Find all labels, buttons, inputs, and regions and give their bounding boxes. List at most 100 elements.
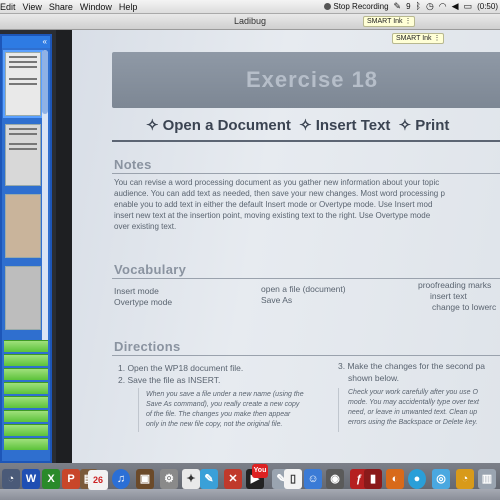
direction-step: 1. Open the WP18 document file. — [118, 363, 244, 373]
youtube-icon[interactable]: You — [252, 464, 268, 478]
notes-line: enable you to add text in either the def… — [114, 200, 433, 209]
thumbnail-item[interactable] — [5, 266, 41, 330]
smart-ink-label: SMART Ink — [367, 18, 403, 25]
preview-icon[interactable]: ◎ — [432, 469, 450, 489]
document-camera-view[interactable]: SMART Ink ⋮ Exercise 18 ✧ Open a Document… — [56, 30, 500, 463]
direction-step: 2. Save the file as INSERT. — [118, 375, 221, 385]
record-icon[interactable]: ● — [408, 469, 426, 489]
vocab-term: Insert mode — [114, 286, 159, 296]
smart-ink-tag-titlebar[interactable]: SMART Ink ⋮ — [363, 16, 416, 27]
divider — [112, 140, 500, 142]
app-store-icon[interactable]: ✦ — [182, 469, 200, 489]
direction-note: of the file. The changes you make then a… — [146, 411, 291, 418]
trash-icon[interactable]: ▥ — [478, 469, 496, 489]
notes-line: insert new text at the insertion point, … — [114, 211, 431, 220]
dock-shelf — [0, 489, 500, 500]
list-item[interactable] — [4, 354, 48, 366]
thumbnail-sidebar: « — [0, 34, 52, 463]
subtitle-part: Open a Document — [162, 117, 291, 134]
itunes-icon[interactable]: ♫ — [112, 469, 130, 489]
dashboard-icon[interactable]: ◔ — [2, 469, 20, 489]
thumbnail-item[interactable] — [5, 194, 41, 258]
tools-icon[interactable]: ✕ — [224, 469, 242, 489]
system-prefs-icon[interactable]: ⚙ — [160, 469, 178, 489]
sidebar-header: « — [2, 36, 50, 48]
direction-note: When you save a file under a new name (u… — [146, 391, 304, 398]
list-item[interactable] — [4, 340, 48, 352]
sidebar-collapse-icon[interactable]: « — [43, 37, 47, 46]
vocab-term: open a file (document) — [261, 284, 346, 294]
stop-recording-label: Stop Recording — [333, 2, 389, 11]
document-icon[interactable]: ▯ — [284, 469, 302, 489]
wifi-icon[interactable]: ◠ — [439, 0, 447, 13]
direction-step: 3. Make the changes for the second pa — [338, 361, 485, 371]
exercise-banner: Exercise 18 — [112, 52, 500, 108]
battery-icon[interactable]: ▭ — [464, 0, 473, 13]
sidebar-scroll-knob[interactable] — [42, 50, 48, 114]
volume-icon[interactable]: ◀ — [452, 0, 459, 13]
app-icon-2[interactable]: ◐ — [386, 469, 404, 489]
list-item[interactable] — [4, 424, 48, 436]
menu-share[interactable]: Share — [49, 2, 80, 12]
menu-help[interactable]: Help — [119, 2, 145, 12]
menu-edit[interactable]: Edit — [0, 2, 23, 12]
margin-line — [138, 388, 139, 432]
direction-note: Save As command), you really create a ne… — [146, 401, 300, 408]
vocab-term: Save As — [261, 295, 293, 305]
divider — [112, 173, 500, 174]
menu-window[interactable]: Window — [80, 2, 119, 12]
list-item[interactable] — [4, 410, 48, 422]
direction-note: errors using the Backspace or Delete key… — [348, 419, 478, 426]
notes-line: You can revise a word processing documen… — [114, 178, 440, 187]
script-icon[interactable]: ✎ — [200, 469, 218, 489]
smart-ink-label: SMART Ink — [396, 35, 432, 42]
word-icon[interactable]: W — [22, 469, 40, 489]
status-icon[interactable]: ✎ — [394, 0, 402, 13]
photo-icon[interactable]: ▣ — [136, 469, 154, 489]
window-title-bar: Ladibug — [0, 14, 500, 30]
vocab-term: proofreading marks — [418, 280, 492, 290]
vocab-term: change to lowerc — [432, 302, 497, 312]
thumbnail-item[interactable] — [3, 50, 43, 118]
notes-line: audience. You can add text as needed, th… — [114, 189, 445, 198]
divider — [112, 278, 500, 279]
status-count: 9 — [406, 2, 411, 11]
directions-heading: Directions — [114, 339, 181, 354]
calendar-icon[interactable]: 26 — [88, 470, 108, 490]
subtitle-part: Insert Text — [315, 117, 391, 134]
window-title: Ladibug — [233, 16, 267, 26]
finder-icon[interactable]: ☺ — [304, 469, 322, 489]
menu-view[interactable]: View — [23, 2, 49, 12]
direction-note: only in the new file copy, not the origi… — [146, 421, 283, 428]
margin-line — [338, 388, 339, 432]
vocab-term: insert text — [430, 291, 467, 301]
direction-step: shown below. — [348, 373, 400, 383]
record-icon — [324, 3, 332, 11]
calendar-day: 26 — [92, 475, 103, 485]
direction-note: mode. You may accidentally type over tex… — [348, 399, 479, 406]
app-icon-3[interactable]: ◔ — [456, 469, 474, 489]
notes-heading: Notes — [114, 157, 152, 172]
direction-note: Check your work carefully after you use … — [348, 389, 478, 396]
divider — [112, 355, 500, 356]
thumbnail-item[interactable] — [5, 124, 41, 186]
excel-icon[interactable]: X — [42, 469, 60, 489]
document-subtitle: ✧ Open a Document ✧ Insert Text ✧ Print — [146, 117, 450, 134]
subtitle-part: Print — [415, 117, 450, 134]
direction-note: need, or leave in unwanted text. Clean u… — [348, 409, 478, 416]
list-item[interactable] — [4, 382, 48, 394]
stop-recording-button[interactable]: Stop Recording — [324, 2, 389, 11]
sidebar-scrollbar[interactable] — [42, 50, 48, 350]
bluetooth-icon[interactable]: ᛒ — [416, 0, 421, 13]
vocab-term: Overtype mode — [114, 297, 173, 307]
list-item[interactable] — [4, 396, 48, 408]
powerpoint-icon[interactable]: P — [62, 469, 80, 489]
battery-time: (0:50) — [477, 2, 498, 11]
timemachine-icon[interactable]: ◷ — [426, 0, 434, 13]
list-item[interactable] — [4, 438, 48, 450]
media-icon[interactable]: ▮ — [364, 469, 382, 489]
camera-icon[interactable]: ◉ — [326, 469, 344, 489]
smart-ink-tag-floating[interactable]: SMART Ink ⋮ — [392, 33, 445, 44]
camera-edge — [56, 30, 72, 463]
list-item[interactable] — [4, 368, 48, 380]
